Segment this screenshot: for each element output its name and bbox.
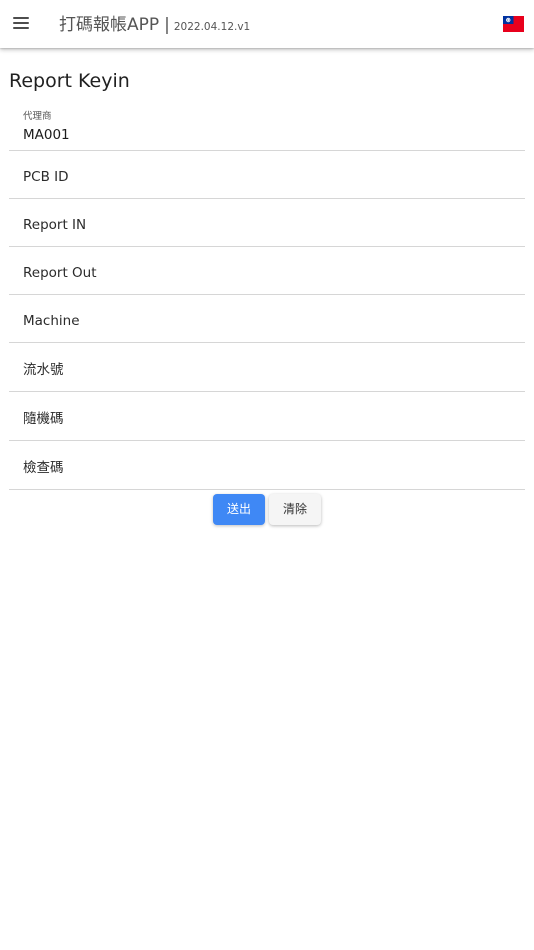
machine-field[interactable]: Machine — [9, 295, 525, 343]
serial-number-label: 流水號 — [23, 362, 64, 378]
random-code-label: 隨機碼 — [23, 411, 64, 427]
report-out-label: Report Out — [23, 265, 97, 281]
clear-button[interactable]: 清除 — [269, 494, 321, 525]
page-title: Report Keyin — [9, 70, 130, 92]
agent-field[interactable]: 代理商 MA001 — [9, 104, 525, 151]
submit-button[interactable]: 送出 — [213, 494, 265, 525]
report-keyin-form: 代理商 MA001 PCB ID Report IN Report Out Ma… — [9, 104, 525, 490]
pcb-id-field[interactable]: PCB ID — [9, 151, 525, 199]
report-in-label: Report IN — [23, 217, 87, 233]
form-actions: 送出 清除 — [213, 494, 333, 525]
hamburger-menu-icon[interactable] — [8, 10, 34, 36]
taiwan-flag-icon[interactable] — [503, 16, 524, 32]
app-name: 打碼報帳APP — [59, 15, 160, 35]
app-version: 2022.04.12.v1 — [173, 21, 251, 33]
agent-label: 代理商 — [23, 111, 52, 122]
check-code-label: 檢查碼 — [23, 460, 64, 476]
pcb-id-label: PCB ID — [23, 169, 69, 185]
random-code-field[interactable]: 隨機碼 — [9, 392, 525, 441]
title-separator: | — [164, 15, 170, 35]
agent-value[interactable]: MA001 — [23, 126, 70, 144]
machine-label: Machine — [23, 313, 80, 329]
app-bar: 打碼報帳APP | 2022.04.12.v1 — [0, 0, 534, 48]
app-title: 打碼報帳APP | 2022.04.12.v1 — [59, 14, 250, 38]
check-code-field[interactable]: 檢查碼 — [9, 441, 525, 490]
report-out-field[interactable]: Report Out — [9, 247, 525, 295]
serial-number-field[interactable]: 流水號 — [9, 343, 525, 392]
report-in-field[interactable]: Report IN — [9, 199, 525, 247]
